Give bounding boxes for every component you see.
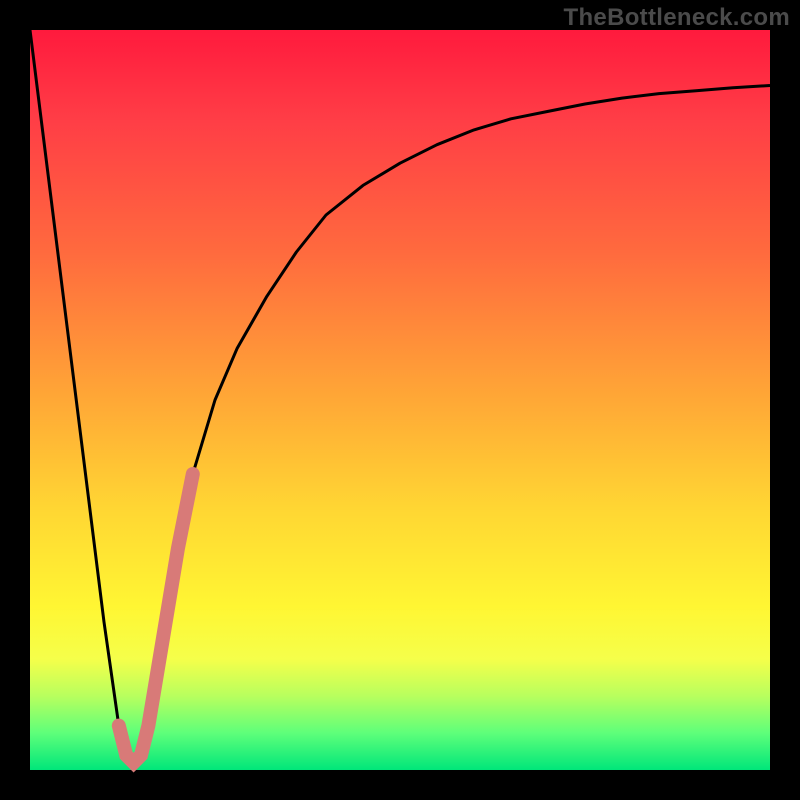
plot-area [30, 30, 770, 770]
curve-layer [30, 30, 770, 770]
watermark-text: TheBottleneck.com [564, 4, 790, 32]
chart-frame: TheBottleneck.com [0, 0, 800, 800]
highlight-segment-path [119, 474, 193, 763]
v-curve-path [30, 30, 770, 763]
